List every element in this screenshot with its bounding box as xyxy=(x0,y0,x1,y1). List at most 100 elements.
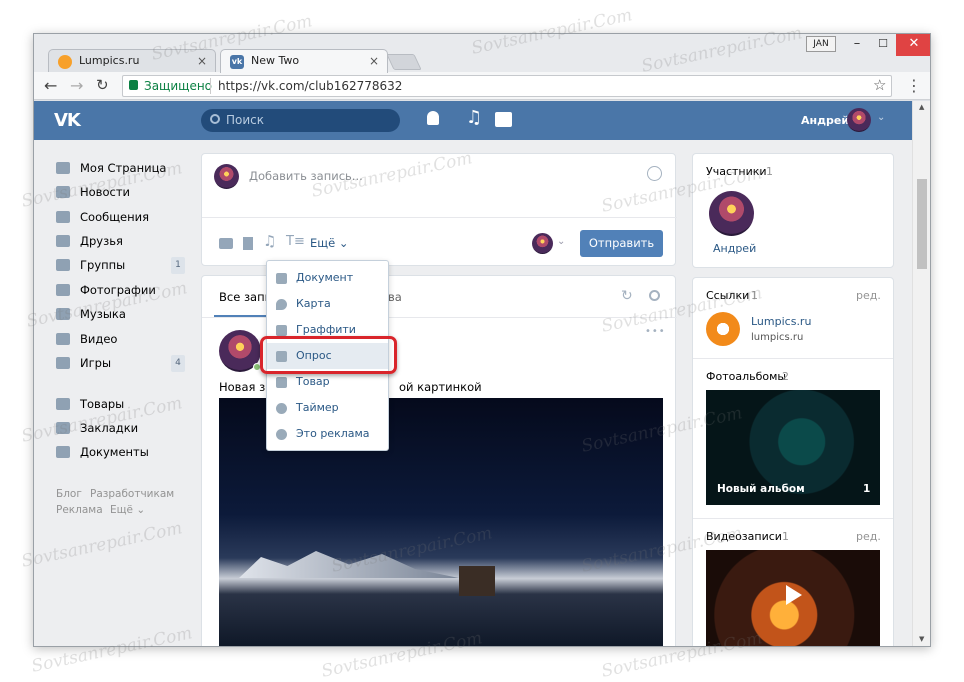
ad-icon xyxy=(276,429,287,440)
mountain-shape xyxy=(239,551,459,578)
browser-menu-icon[interactable]: ⋮ xyxy=(906,76,922,95)
search-icon[interactable] xyxy=(649,290,660,301)
album-photo-count: 1 xyxy=(863,483,871,495)
back-icon[interactable]: ← xyxy=(44,76,57,95)
browser-toolbar: ← → ↻ Защищено https://vk.com/club162778… xyxy=(34,72,930,100)
album-name: Новый альбом xyxy=(717,483,805,495)
shopping-bag-icon xyxy=(56,398,70,410)
user-name[interactable]: Андрей xyxy=(801,114,849,127)
post-composer: Добавить запись... ♫ T≡ Ещё ⌄ ⌄ Отправит… xyxy=(201,153,677,266)
videos-edit-link[interactable]: ред. xyxy=(856,530,881,543)
info-card: Ссылки 1 ред. Lumpics.ru lumpics.ru Фото… xyxy=(692,277,894,646)
friends-icon xyxy=(56,235,70,247)
brush-icon xyxy=(276,325,287,336)
photo-icon[interactable] xyxy=(219,238,233,249)
link-name[interactable]: Lumpics.ru xyxy=(751,315,811,328)
user-avatar[interactable] xyxy=(847,108,871,132)
bell-icon[interactable] xyxy=(427,111,439,125)
secure-label: Защищено xyxy=(144,79,213,93)
menu-item-timer[interactable]: Таймер xyxy=(267,395,388,421)
new-tab-button[interactable] xyxy=(386,54,422,70)
orange-logo-icon xyxy=(706,312,740,346)
close-tab-icon[interactable]: × xyxy=(369,50,379,72)
groups-icon xyxy=(56,259,70,271)
post-as-avatar[interactable] xyxy=(532,233,553,254)
post-text-end: ой картинкой xyxy=(399,380,482,394)
vk-header: VK Поиск ♫ Андрей ⌄ xyxy=(34,101,912,140)
menu-item-map[interactable]: Карта xyxy=(267,291,388,317)
pier-house xyxy=(459,566,495,596)
members-title[interactable]: Участники xyxy=(706,165,767,178)
send-button[interactable]: Отправить xyxy=(580,230,663,257)
tab-vk[interactable]: vk New Two × xyxy=(220,49,388,73)
vk-logo-icon[interactable]: VK xyxy=(54,110,81,131)
divider xyxy=(693,518,893,519)
forward-icon[interactable]: → xyxy=(70,76,83,95)
search-input[interactable]: Поиск xyxy=(201,109,400,132)
post-text-start: Новая за xyxy=(219,380,273,394)
tab-all-posts[interactable]: Все запи xyxy=(219,290,272,304)
film-icon xyxy=(56,333,70,345)
footer-link-developers[interactable]: Разработчикам xyxy=(90,488,174,500)
menu-item-document[interactable]: Документ xyxy=(267,265,388,291)
messages-icon xyxy=(56,211,70,223)
member-avatar[interactable] xyxy=(709,191,754,236)
camera-icon xyxy=(56,284,70,296)
chevron-down-icon[interactable]: ⌄ xyxy=(877,112,885,123)
clock-icon xyxy=(276,403,287,414)
footer-link-ads[interactable]: Реклама xyxy=(56,504,103,516)
maximize-button[interactable]: ☐ xyxy=(868,34,898,56)
music-icon[interactable]: ♫ xyxy=(466,107,482,128)
document-icon xyxy=(56,446,70,458)
close-tab-icon[interactable]: × xyxy=(197,50,207,72)
address-bar[interactable]: Защищено https://vk.com/club162778632 ☆ xyxy=(122,75,892,97)
menu-item-advertisement[interactable]: Это реклама xyxy=(267,421,388,447)
play-icon[interactable] xyxy=(786,585,802,605)
chevron-down-icon[interactable]: ⌄ xyxy=(557,236,565,247)
footer-link-blog[interactable]: Блог xyxy=(56,488,82,500)
divider xyxy=(202,217,677,218)
browser-window: Lumpics.ru × vk New Two × JAN – ☐ ✕ ← → … xyxy=(33,33,931,647)
document-icon xyxy=(276,273,287,284)
close-window-button[interactable]: ✕ xyxy=(896,34,930,56)
divider xyxy=(693,358,893,359)
links-count: 1 xyxy=(751,289,758,302)
post-options-icon[interactable]: ••• xyxy=(645,326,666,337)
vk-favicon-icon: vk xyxy=(230,55,244,69)
tab-title: New Two xyxy=(251,54,300,67)
video-icon[interactable] xyxy=(243,237,253,250)
refresh-icon[interactable]: ↻ xyxy=(621,288,633,304)
composer-avatar xyxy=(214,164,239,189)
links-title[interactable]: Ссылки xyxy=(706,289,749,302)
article-icon[interactable]: T≡ xyxy=(286,234,305,249)
audio-icon[interactable]: ♫ xyxy=(263,232,276,250)
vk-page: VK Поиск ♫ Андрей ⌄ Моя Страница Новости… xyxy=(34,101,912,646)
url-text[interactable]: https://vk.com/club162778632 xyxy=(218,79,402,93)
more-attachments-button[interactable]: Ещё ⌄ xyxy=(310,236,348,250)
scroll-up-icon[interactable]: ▲ xyxy=(919,103,924,111)
scroll-down-icon[interactable]: ▼ xyxy=(919,635,924,643)
page-scrollbar[interactable]: ▲ ▼ xyxy=(912,101,930,646)
tab-lumpics[interactable]: Lumpics.ru × xyxy=(48,49,216,73)
play-icon[interactable] xyxy=(495,112,512,127)
composer-input[interactable]: Добавить запись... xyxy=(249,169,363,183)
links-edit-link[interactable]: ред. xyxy=(856,289,881,302)
video-thumbnail[interactable] xyxy=(706,550,880,646)
bookmark-star-icon[interactable]: ☆ xyxy=(873,76,886,94)
videos-title[interactable]: Видеозаписи xyxy=(706,530,782,543)
shopping-bag-icon xyxy=(276,377,287,388)
reload-icon[interactable]: ↻ xyxy=(96,76,109,94)
album-cover[interactable]: Новый альбом 1 xyxy=(706,390,880,505)
emoji-icon[interactable] xyxy=(647,166,662,181)
members-count: 1 xyxy=(766,165,773,178)
highlight-frame xyxy=(260,336,397,374)
scrollbar-thumb[interactable] xyxy=(917,179,927,269)
star-icon xyxy=(56,422,70,434)
footer-link-more[interactable]: Ещё ⌄ xyxy=(110,504,145,516)
albums-title[interactable]: Фотоальбомы xyxy=(706,370,786,383)
tab-other-posts[interactable]: ва xyxy=(388,290,402,304)
members-card: Участники 1 Андрей xyxy=(692,153,894,268)
tab-strip: Lumpics.ru × vk New Two × JAN – ☐ ✕ xyxy=(34,34,930,73)
groups-count-badge: 1 xyxy=(171,257,185,274)
member-name[interactable]: Андрей xyxy=(713,242,756,255)
